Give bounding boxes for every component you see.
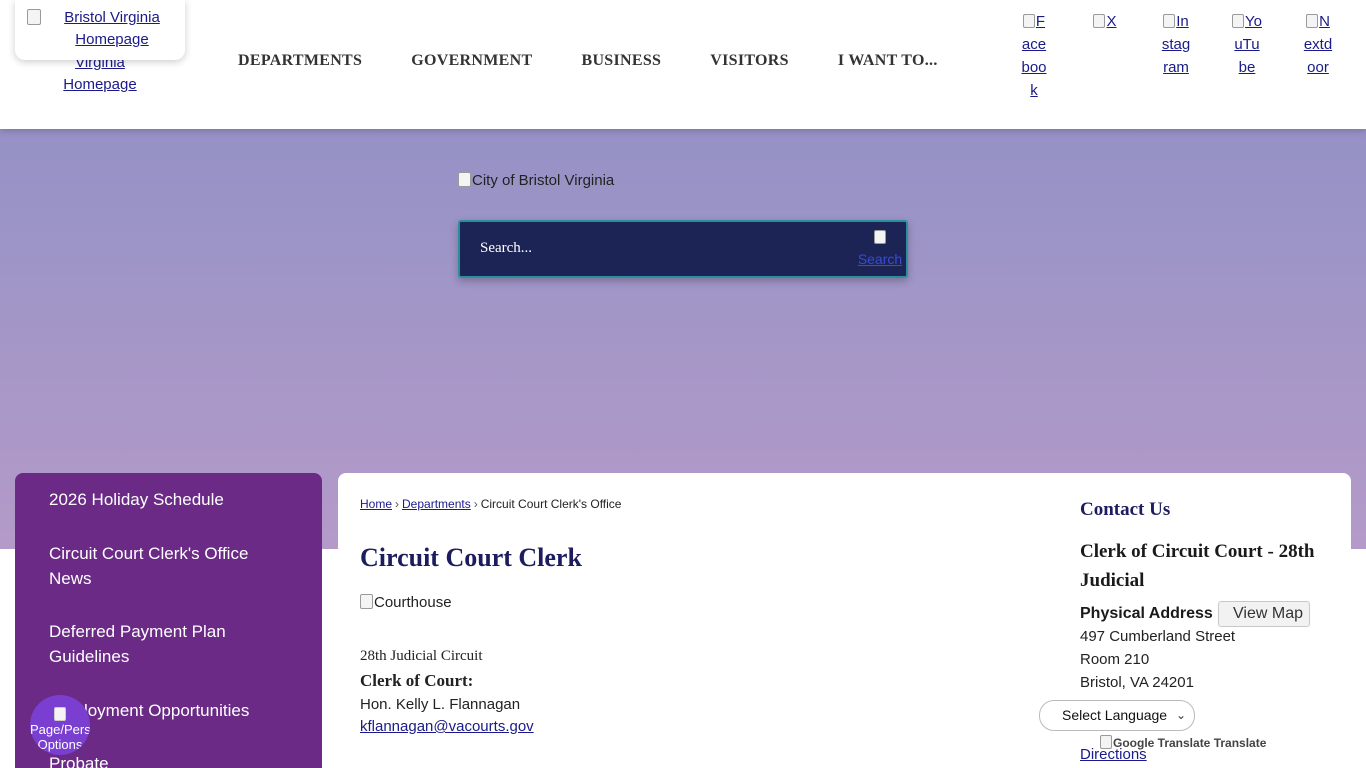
breadcrumb-departments[interactable]: Departments [402, 497, 471, 511]
nav-departments[interactable]: DEPARTMENTS [238, 52, 362, 70]
instagram-link[interactable]: Instagram [1161, 10, 1191, 79]
sidebar-item-payment-plan[interactable]: Deferred Payment Plan Guidelines [49, 619, 289, 669]
address-line: Room 210 [1080, 651, 1150, 668]
nextdoor-link[interactable]: Nextdoor [1303, 10, 1333, 79]
physical-address-label: Physical Address [1080, 605, 1213, 622]
main-content: Home › Departments › Circuit Court Clerk's O… [338, 473, 1351, 768]
search-box: Search [458, 220, 908, 278]
sidebar-item-holiday-schedule[interactable]: 2026 Holiday Schedule [49, 487, 289, 512]
search-input[interactable] [480, 240, 830, 257]
city-logo: City of Bristol Virginia [458, 172, 614, 189]
nav-i-want-to[interactable]: I WANT TO... [838, 52, 938, 70]
breadcrumb-home[interactable]: Home [360, 497, 392, 511]
broken-image-icon [360, 594, 373, 609]
sidebar-item-probate[interactable]: Probate [49, 751, 289, 768]
address-line: 497 Cumberland Street [1080, 628, 1236, 645]
search-button-alt: Search [857, 251, 903, 267]
home-logo-link[interactable]: Bristol Virginia Homepage [15, 0, 185, 60]
language-select[interactable]: Select Language ⌄ [1039, 700, 1195, 731]
instagram-icon [1163, 14, 1176, 28]
courthouse-alt: Courthouse [374, 594, 452, 611]
contact-org-name: Clerk of Circuit Court - 28th Judicial [1080, 541, 1315, 591]
breadcrumb-separator: › [395, 497, 400, 511]
google-translate-alt: Google Translate [1113, 736, 1211, 750]
x-link[interactable]: X [1090, 10, 1120, 33]
breadcrumb-separator: › [473, 497, 478, 511]
clerk-name: Hon. Kelly L. Flannagan [360, 696, 521, 713]
view-map-button[interactable]: View Map [1218, 601, 1310, 627]
address-line: Bristol, VA 24201 [1080, 674, 1194, 691]
breadcrumb-current: Circuit Court Clerk's Office [480, 497, 622, 511]
chevron-down-icon: ⌄ [1175, 708, 1186, 722]
nextdoor-icon [1306, 14, 1319, 28]
search-button[interactable]: Search [856, 226, 904, 272]
x-icon [1093, 14, 1106, 28]
google-translate-icon [1100, 735, 1112, 749]
facebook-icon [1022, 14, 1035, 28]
clerk-email-link[interactable]: kflannagan@vacourts.gov [360, 718, 534, 735]
google-translate-credit[interactable]: Google Translate Translate [1100, 735, 1266, 750]
site-header: Virginia Homepage Bristol Virginia Homep… [0, 0, 1366, 129]
circuit-text: 28th Judicial Circuit [360, 648, 483, 664]
search-icon [874, 230, 886, 244]
translate-label: Translate [1213, 736, 1267, 750]
page-title: Circuit Court Clerk [360, 543, 582, 572]
clerk-label: Clerk of Court: [360, 671, 474, 690]
contact-heading: Contact Us [1080, 499, 1171, 520]
main-nav: DEPARTMENTS GOVERNMENT BUSINESS VISITORS… [238, 52, 987, 70]
courthouse-image: Courthouse [360, 594, 452, 611]
broken-image-icon [458, 172, 471, 187]
sidebar-item-clerk-news[interactable]: Circuit Court Clerk's Office News [49, 541, 289, 591]
nav-government[interactable]: GOVERNMENT [411, 52, 532, 70]
language-select-label: Select Language [1062, 707, 1168, 723]
nav-visitors[interactable]: VISITORS [710, 52, 789, 70]
youtube-link[interactable]: YouTube [1232, 10, 1262, 79]
youtube-icon [1232, 14, 1244, 28]
facebook-link[interactable]: Facebook [1019, 10, 1049, 102]
breadcrumb: Home › Departments › Circuit Court Clerk's O… [360, 497, 621, 511]
x-alt: X [1106, 13, 1117, 30]
home-logo-alt[interactable]: Bristol Virginia Homepage [41, 7, 183, 51]
broken-image-icon [27, 9, 41, 25]
options-icon [54, 707, 66, 721]
nav-business[interactable]: BUSINESS [581, 52, 661, 70]
page-options-button[interactable]: Page/Person Options [30, 695, 90, 755]
city-logo-alt: City of Bristol Virginia [472, 172, 615, 189]
